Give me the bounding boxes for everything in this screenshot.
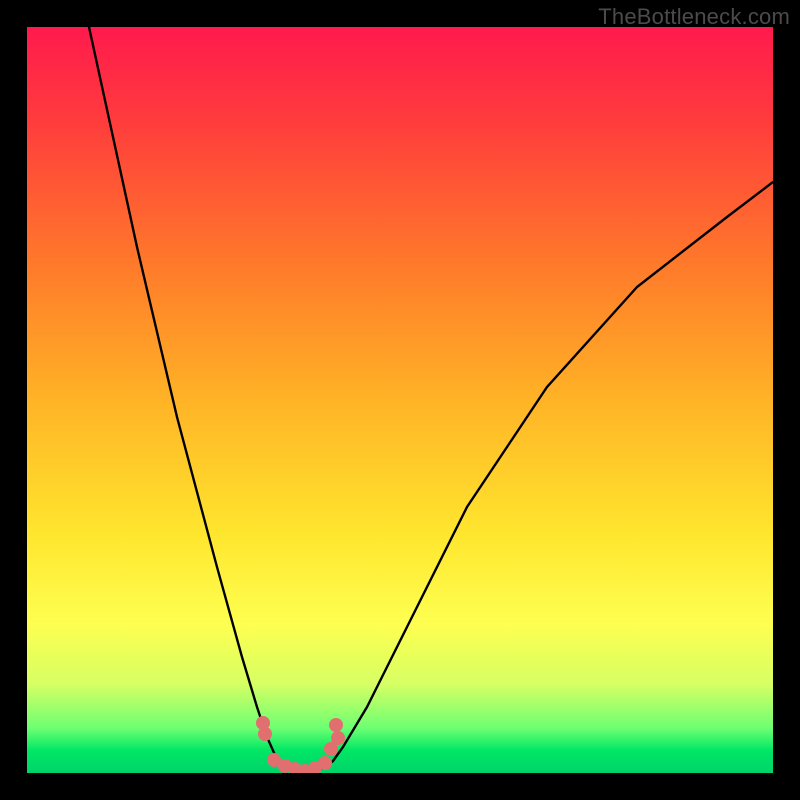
- marker-dot: [331, 731, 345, 745]
- marker-dot: [329, 718, 343, 732]
- plot-area: [27, 27, 773, 773]
- curve-layer: [27, 27, 773, 773]
- marker-dot: [318, 756, 332, 770]
- curve-right: [327, 182, 773, 766]
- chart-frame: TheBottleneck.com: [0, 0, 800, 800]
- marker-dot: [258, 727, 272, 741]
- curve-left: [89, 27, 283, 766]
